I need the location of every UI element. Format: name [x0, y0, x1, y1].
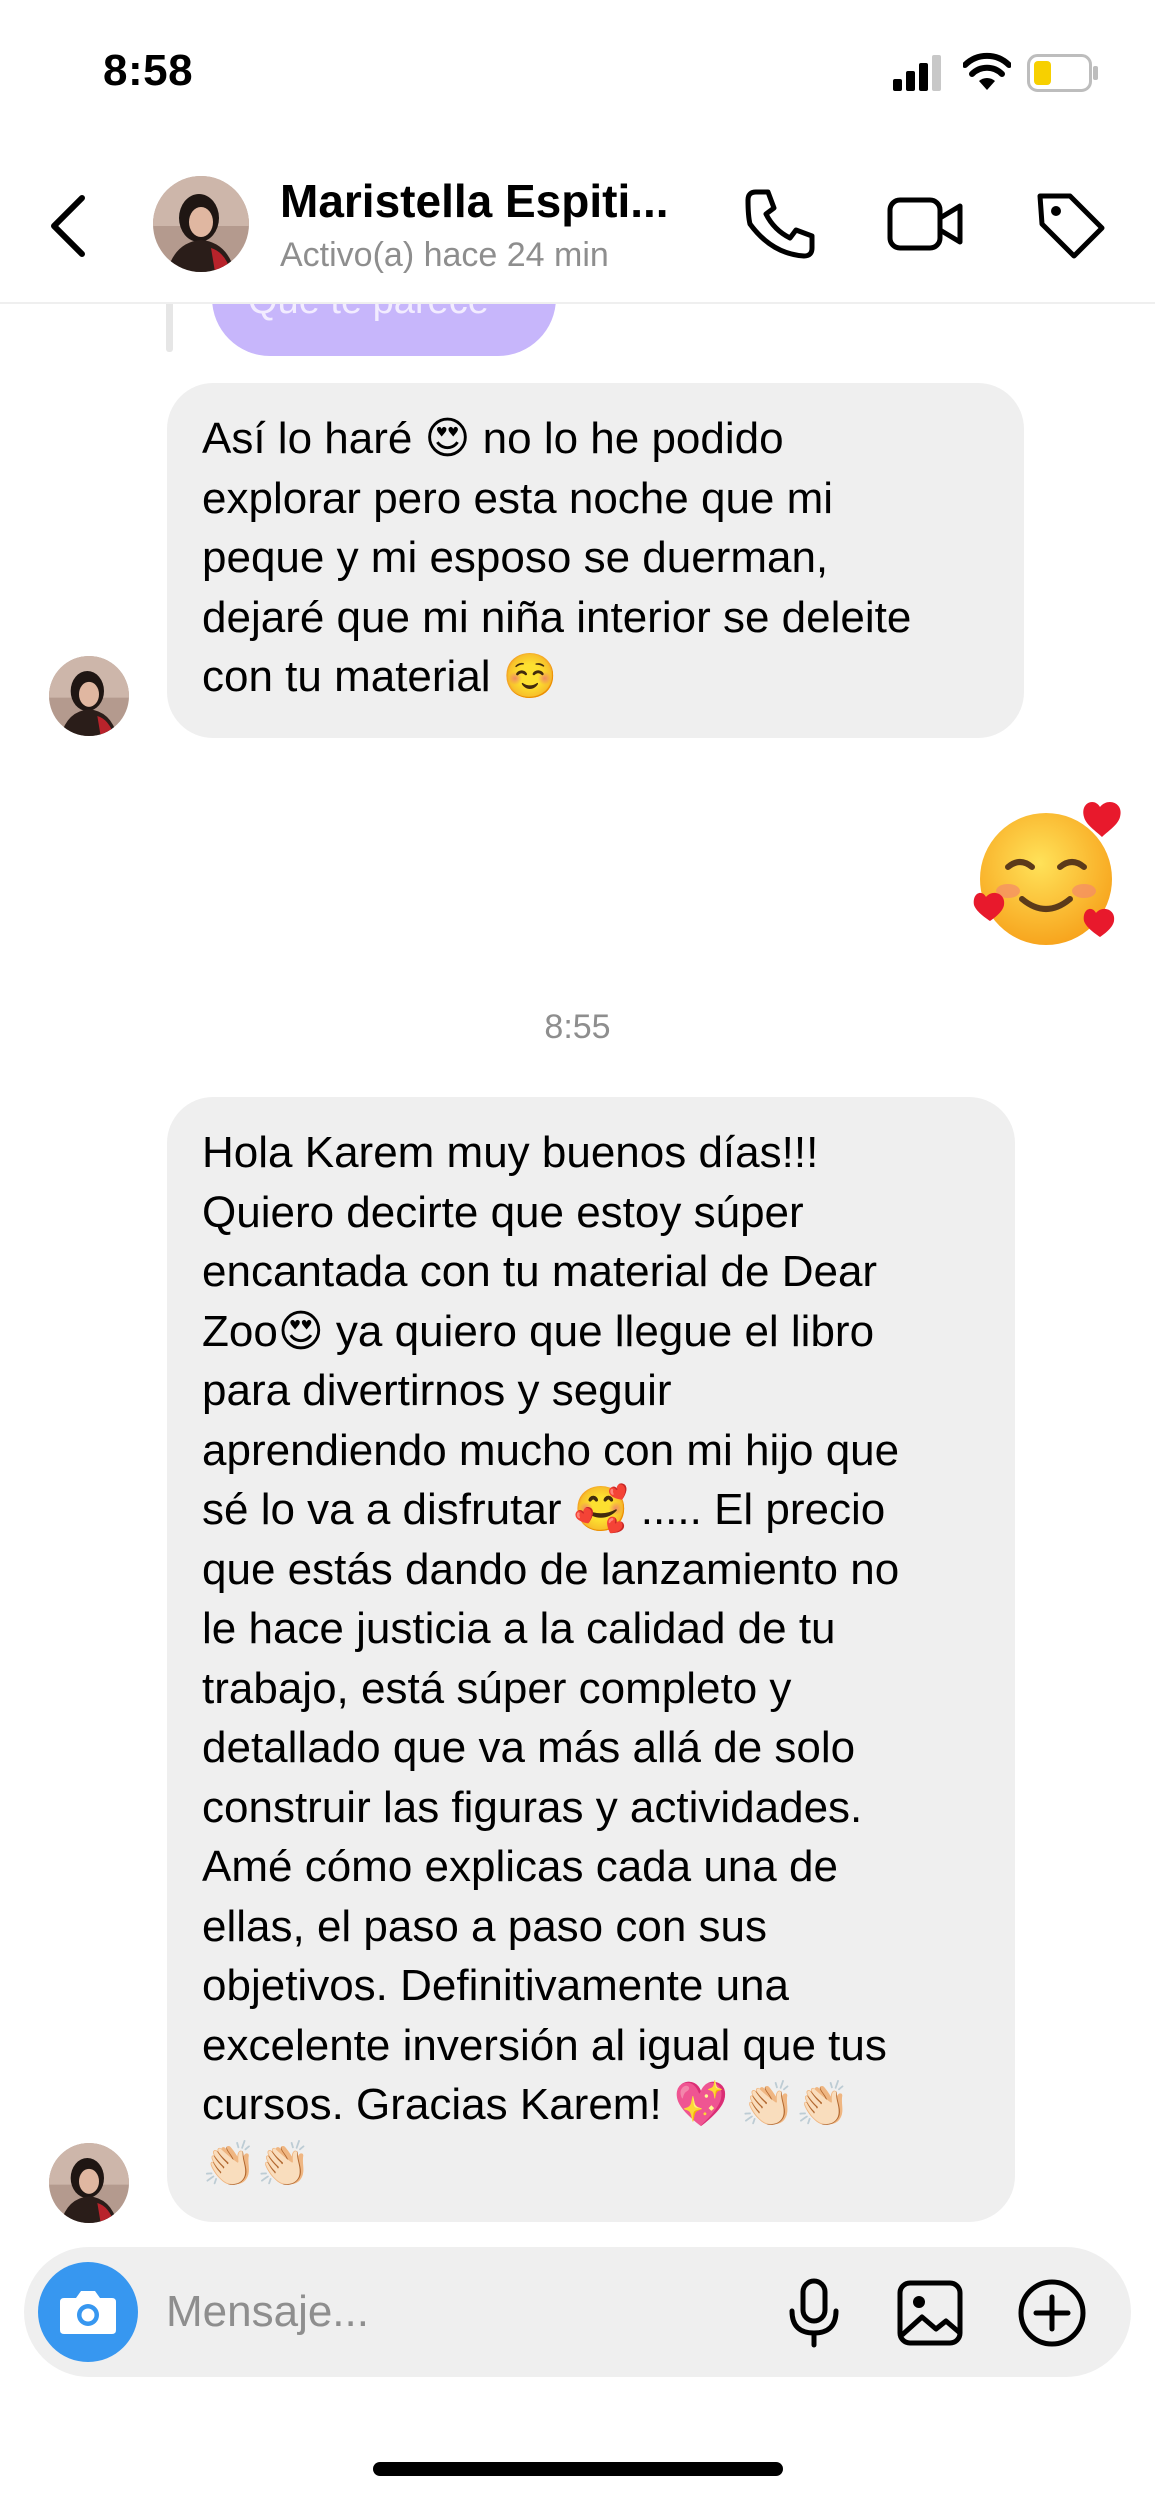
message-text: Hola Karem muy buenos días!!! Quiero dec… [202, 1128, 900, 2189]
message-timestamp: 8:55 [544, 1008, 611, 1046]
plus-circle-icon[interactable] [1014, 2275, 1090, 2351]
image-icon[interactable] [892, 2275, 968, 2351]
message-composer [24, 2247, 1131, 2377]
message-text: Así lo haré 😍 no lo he podido explorar p… [202, 414, 912, 701]
contact-name[interactable]: Maristella Espiti... [280, 174, 669, 228]
reply-indicator-line [166, 300, 173, 352]
message-input[interactable] [166, 2277, 786, 2347]
camera-button[interactable] [38, 2262, 138, 2362]
smiling-face-with-hearts-icon[interactable] [968, 793, 1128, 953]
sender-avatar[interactable] [49, 2143, 129, 2223]
status-time: 8:58 [103, 46, 194, 95]
battery-icon [1027, 54, 1098, 92]
sender-avatar[interactable] [49, 656, 129, 736]
home-indicator[interactable] [373, 2462, 783, 2476]
back-icon[interactable] [42, 190, 98, 262]
received-message[interactable]: Hola Karem muy buenos días!!! Quiero dec… [167, 1097, 1015, 2222]
camera-icon [60, 2291, 116, 2334]
video-camera-icon[interactable] [882, 182, 966, 266]
received-message[interactable]: Así lo haré 😍 no lo he podido explorar p… [167, 383, 1024, 738]
microphone-icon[interactable] [776, 2275, 852, 2351]
contact-status: Activo(a) hace 24 min [280, 236, 609, 274]
tag-icon[interactable] [1028, 182, 1112, 266]
status-bar: 8:58 [0, 0, 1155, 150]
cellular-signal-icon [893, 55, 941, 91]
phone-icon[interactable] [738, 182, 822, 266]
chat-header: Maristella Espiti... Activo(a) hace 24 m… [0, 150, 1155, 304]
wifi-icon [963, 52, 1011, 90]
contact-avatar[interactable] [153, 176, 249, 272]
